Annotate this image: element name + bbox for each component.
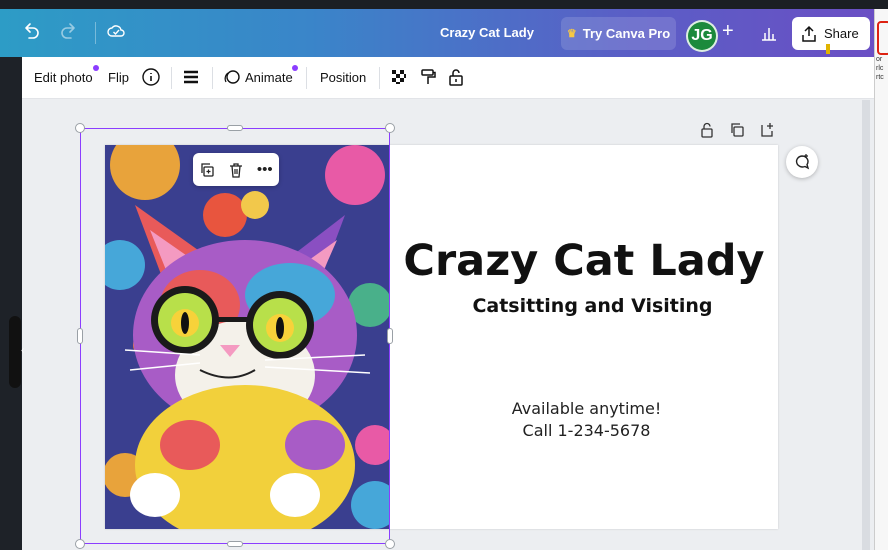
- line-spacing-icon[interactable]: [181, 67, 201, 87]
- toolbar-divider: [171, 67, 172, 89]
- design-availability-text[interactable]: Available anytime!: [390, 399, 783, 418]
- toolbar-divider: [306, 67, 307, 89]
- add-comment-button[interactable]: [786, 146, 818, 178]
- toolbar-divider: [212, 67, 213, 89]
- add-page-icon[interactable]: [759, 122, 775, 138]
- share-upload-icon: [802, 25, 816, 42]
- resize-handle-top-left[interactable]: [75, 123, 85, 133]
- cloud-saved-icon[interactable]: [107, 22, 125, 40]
- user-avatar[interactable]: JG: [686, 20, 718, 52]
- resize-handle-bottom-right[interactable]: [385, 539, 395, 549]
- undo-icon[interactable]: [22, 22, 40, 40]
- duplicate-page-icon[interactable]: [729, 122, 745, 138]
- crown-icon: ♛: [566, 28, 577, 40]
- design-subtitle-text[interactable]: Catsitting and Visiting: [390, 295, 795, 317]
- resize-handle-bottom-left[interactable]: [75, 539, 85, 549]
- edit-photo-dot: [93, 65, 99, 71]
- share-label: Share: [824, 26, 859, 41]
- resize-handle-top-right[interactable]: [385, 123, 395, 133]
- top-bar: Crazy Cat Lady ♛ Try Canva Pro JG + Shar…: [0, 0, 888, 57]
- add-comment-icon: [795, 154, 810, 170]
- flip-button[interactable]: Flip: [108, 70, 129, 85]
- toolbar-divider: [379, 67, 380, 89]
- try-canva-pro-button[interactable]: ♛ Try Canva Pro: [561, 17, 676, 50]
- add-collaborator-button[interactable]: +: [722, 20, 734, 43]
- position-button[interactable]: Position: [320, 70, 366, 85]
- canvas-scrollbar[interactable]: [862, 100, 870, 550]
- animate-button[interactable]: Animate: [245, 70, 293, 85]
- page-lock-icon[interactable]: [699, 122, 715, 138]
- document-title[interactable]: Crazy Cat Lady: [440, 25, 534, 40]
- context-toolbar: Edit photo Flip Animate Position: [22, 57, 874, 99]
- animate-dot: [292, 65, 298, 71]
- resize-handle-left[interactable]: [77, 328, 83, 344]
- duplicate-icon[interactable]: [199, 162, 215, 178]
- window-top-strip: [0, 0, 888, 9]
- lock-icon[interactable]: [446, 67, 466, 87]
- panel-collapse-tab[interactable]: [9, 316, 21, 388]
- element-floating-menu: •••: [193, 153, 279, 186]
- resize-handle-right[interactable]: [387, 328, 393, 344]
- left-side-panel-edge: [0, 57, 22, 550]
- transparency-icon[interactable]: [389, 67, 409, 87]
- style-paint-roller-icon[interactable]: [418, 67, 438, 87]
- resize-handle-top[interactable]: [227, 125, 243, 131]
- animate-icon[interactable]: [222, 67, 242, 87]
- adjacent-window-edge: or rlc rtc: [874, 9, 888, 550]
- design-phone-text[interactable]: Call 1-234-5678: [390, 421, 783, 440]
- redo-icon[interactable]: [60, 22, 78, 40]
- edit-photo-button[interactable]: Edit photo: [34, 70, 93, 85]
- try-pro-label: Try Canva Pro: [582, 26, 671, 41]
- topbar-divider: [95, 22, 96, 44]
- chevron-left-icon[interactable]: ‹: [21, 345, 24, 356]
- text-cursor-marker: [826, 44, 830, 54]
- info-icon[interactable]: [141, 67, 161, 87]
- more-options-icon[interactable]: •••: [257, 161, 273, 178]
- resize-handle-bottom[interactable]: [227, 541, 243, 547]
- image-selection-frame: [80, 128, 390, 544]
- analytics-icon[interactable]: [760, 24, 778, 42]
- share-button[interactable]: Share: [792, 17, 870, 50]
- red-frame-icon: [877, 21, 888, 55]
- delete-icon[interactable]: [228, 162, 244, 178]
- design-title-text[interactable]: Crazy Cat Lady: [390, 236, 778, 286]
- edge-text: or rlc rtc: [876, 56, 884, 81]
